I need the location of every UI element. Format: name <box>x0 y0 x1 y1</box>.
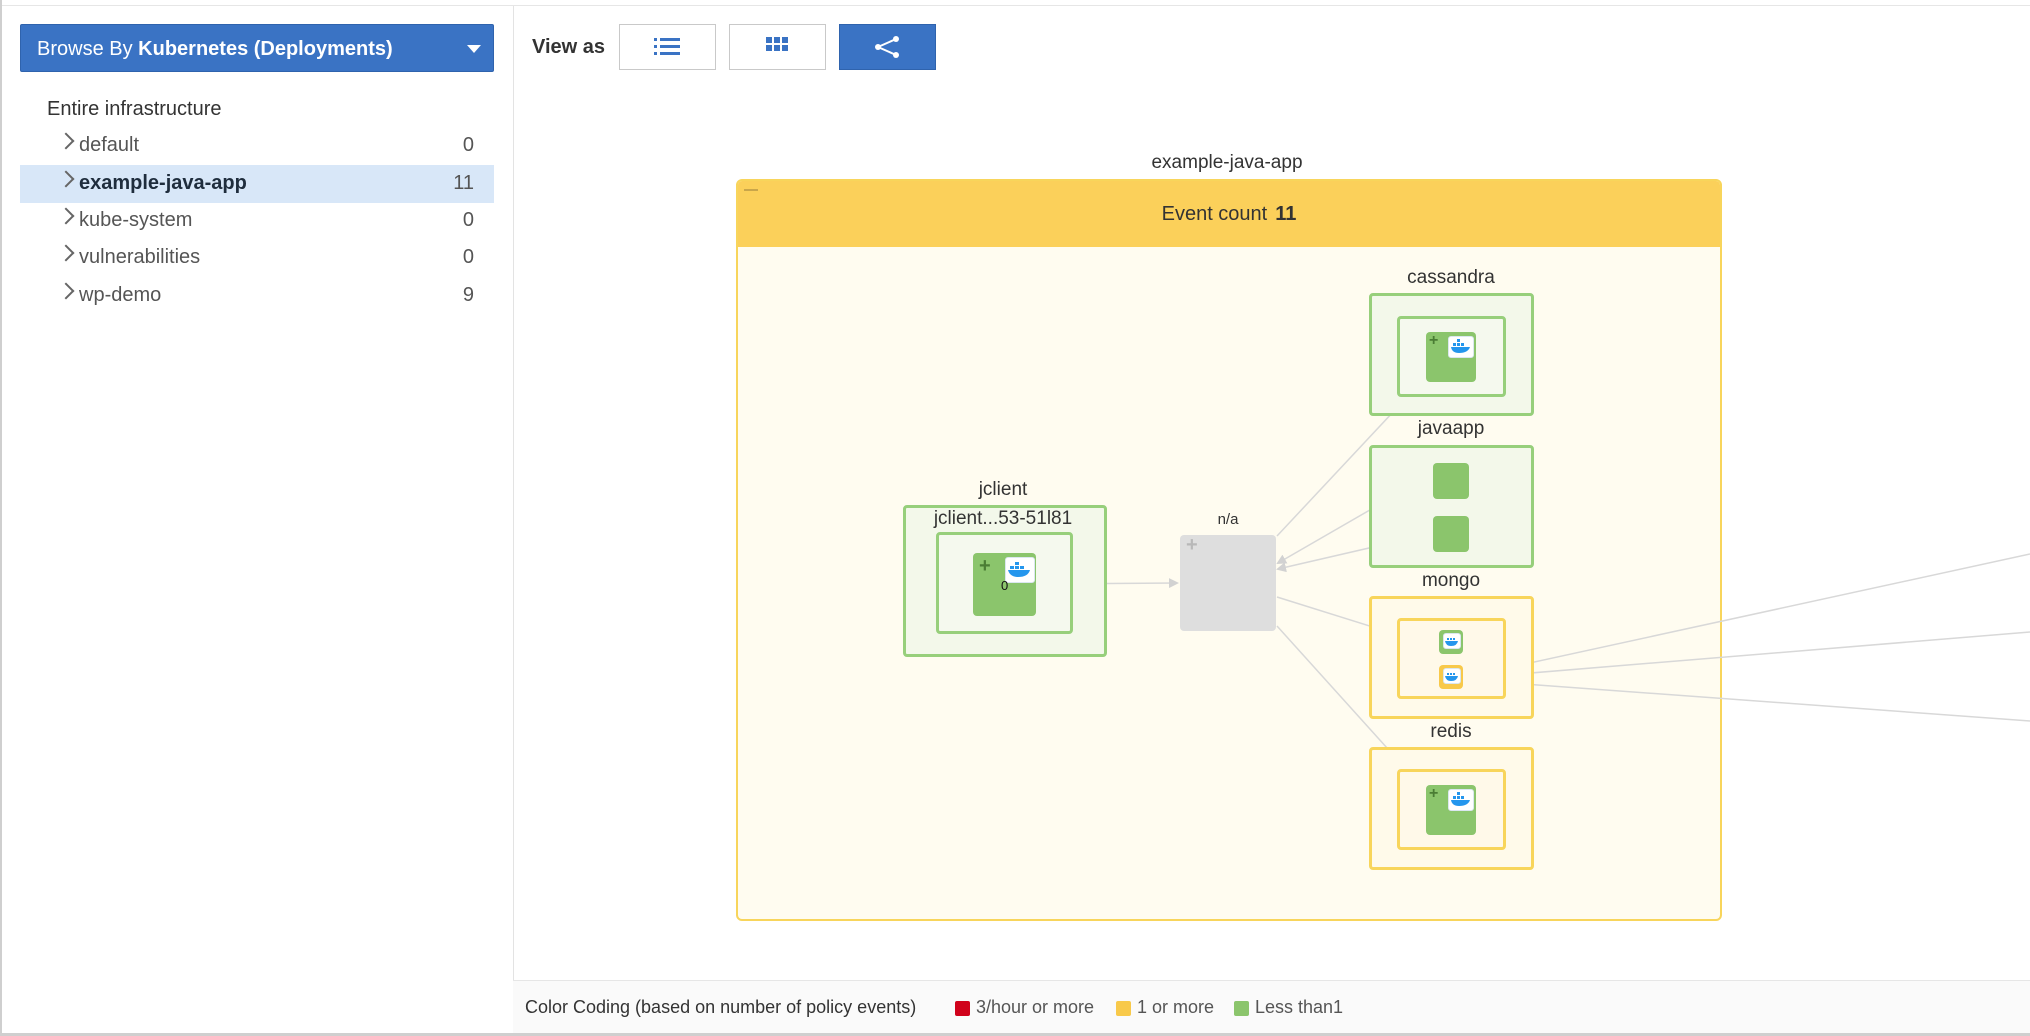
chevron-right-icon[interactable] <box>57 207 75 225</box>
tree-item-label: default <box>79 134 140 156</box>
docker-icon <box>1443 633 1461 649</box>
tree-item-wp-demo[interactable]: wp-demo 9 <box>20 277 494 315</box>
legend-title: Color Coding (based on number of policy … <box>525 997 917 1017</box>
pod-count: 0 <box>1001 578 1009 593</box>
color-legend: Color Coding (based on number of policy … <box>513 980 2030 1033</box>
chevron-right-icon[interactable] <box>57 244 75 262</box>
pod-label-jclient: jclient...53-51l81 <box>933 508 1073 529</box>
pod-javaapp-2[interactable] <box>1433 516 1469 552</box>
tree-item-count: 0 <box>462 246 474 268</box>
tree-item-count: 0 <box>462 134 474 156</box>
legend-swatch-red <box>955 1001 970 1016</box>
docker-icon <box>1005 557 1035 583</box>
node-name-cassandra: cassandra <box>1407 267 1495 288</box>
expand-plus-icon[interactable]: + <box>1186 534 1198 557</box>
tree-item-default[interactable]: default 0 <box>20 127 494 165</box>
tree-item-example-java-app[interactable]: example-java-app 11 <box>20 165 494 203</box>
browse-by-prefix: Browse By <box>37 38 133 60</box>
topology-graph[interactable]: example-java-app Event count 11 jclient … <box>512 6 2030 981</box>
tree-item-label: vulnerabilities <box>79 246 201 268</box>
connection-lines <box>1034 377 2030 791</box>
browse-by-dropdown[interactable]: Browse By Kubernetes (Deployments) <box>20 24 494 72</box>
caret-down-icon <box>467 45 481 53</box>
legend-label-high: 3/hour or more <box>976 997 1095 1017</box>
node-name-redis: redis <box>1430 721 1472 742</box>
pod-javaapp-1[interactable] <box>1433 463 1469 499</box>
tree-item-label: wp-demo <box>79 284 162 306</box>
tree-root-entire-infrastructure[interactable]: Entire infrastructure <box>47 98 222 121</box>
chevron-right-icon[interactable] <box>57 282 75 300</box>
legend-label-medium: 1 or more <box>1137 997 1215 1017</box>
node-name-jclient: jclient <box>978 479 1028 500</box>
legend-label-low: Less than1 <box>1255 997 1344 1017</box>
tree-item-label: kube-system <box>79 209 193 231</box>
expand-plus-icon[interactable]: + <box>1429 785 1438 803</box>
node-name-javaapp: javaapp <box>1417 418 1485 439</box>
tree-item-kube-system[interactable]: kube-system 0 <box>20 202 494 240</box>
legend-swatch-green <box>1234 1001 1249 1016</box>
tree-item-count: 0 <box>462 209 474 231</box>
legend-swatch-yellow <box>1116 1001 1131 1016</box>
chevron-right-icon[interactable] <box>57 132 75 150</box>
expand-plus-icon[interactable]: + <box>979 555 991 578</box>
chevron-right-icon[interactable] <box>57 170 75 188</box>
docker-icon <box>1448 336 1474 358</box>
tree-item-count: 11 <box>453 172 474 194</box>
node-name-na: n/a <box>1217 511 1239 528</box>
docker-icon <box>1443 668 1461 684</box>
node-name-mongo: mongo <box>1421 570 1481 591</box>
tree-item-vulnerabilities[interactable]: vulnerabilities 0 <box>20 239 494 277</box>
tree-item-count: 9 <box>462 284 474 306</box>
browse-by-value: Kubernetes (Deployments) <box>138 38 393 60</box>
expand-plus-icon[interactable]: + <box>1429 332 1438 350</box>
tree-item-label: example-java-app <box>79 172 247 194</box>
sidebar: Browse By Kubernetes (Deployments) Entir… <box>2 6 514 1033</box>
docker-icon <box>1448 789 1474 811</box>
